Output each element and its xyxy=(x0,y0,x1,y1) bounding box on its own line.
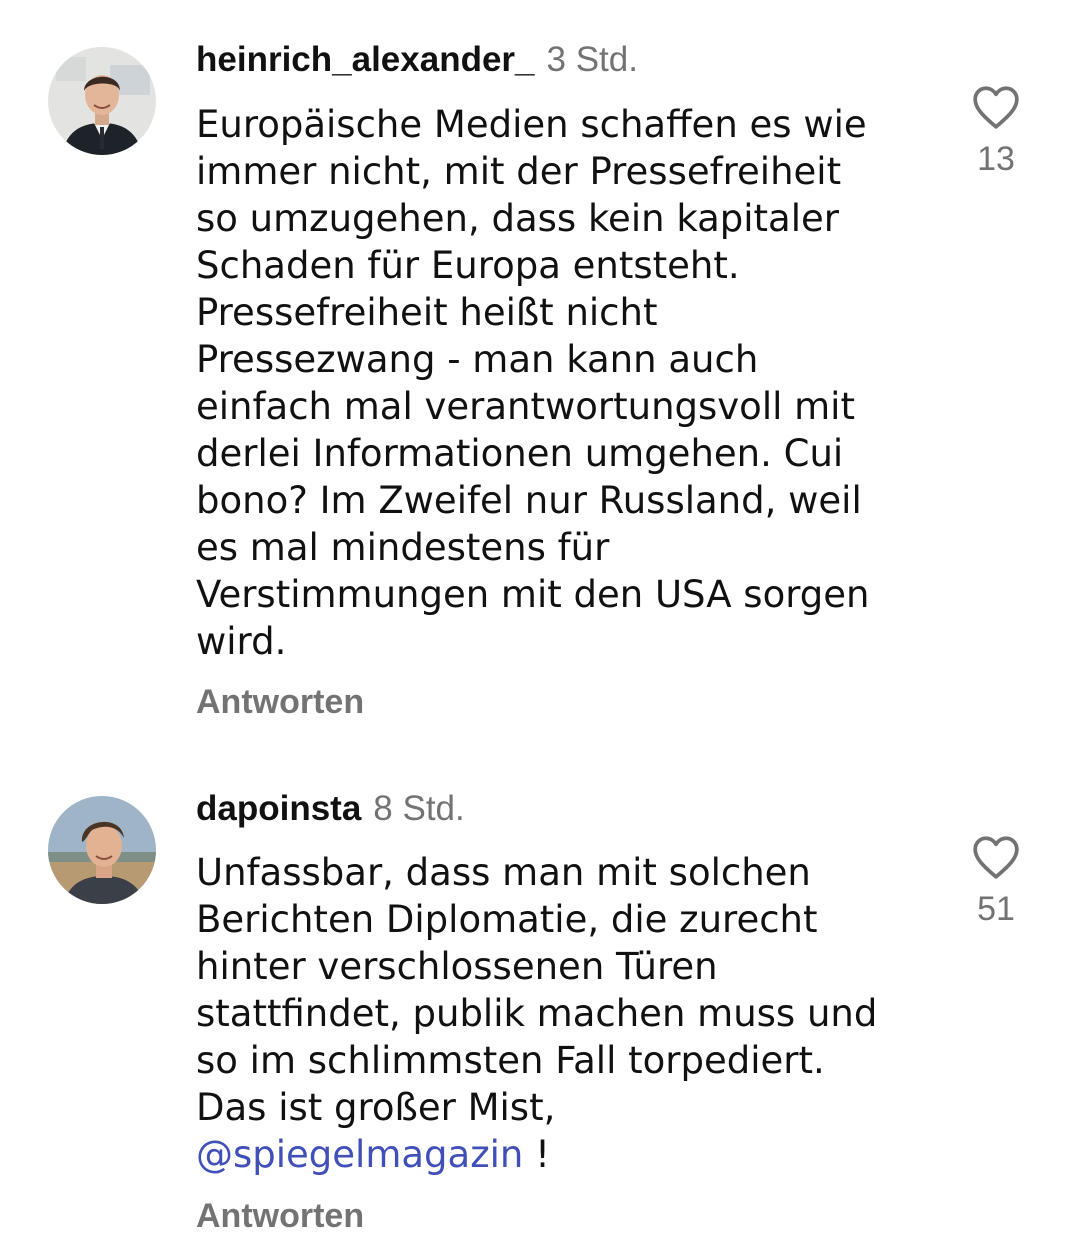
comment-text-line: Pressezwang - man kann auch xyxy=(196,338,759,381)
comment-username[interactable]: dapoinsta xyxy=(196,789,361,828)
comment-text-line: Berichten Diplomatie, die zurecht xyxy=(196,898,818,941)
comment-text-line: @spiegelmagazin ! xyxy=(196,1131,936,1178)
comment-text-line: Europäische Medien schaffen es wie xyxy=(196,103,867,146)
comment-text-line: Verstimmungen mit den USA sorgen xyxy=(196,573,870,616)
avatar[interactable] xyxy=(48,47,156,155)
heart-outline-icon xyxy=(973,86,1019,129)
comment-timestamp: 8 Std. xyxy=(373,789,465,828)
comment-text-line: Schaden für Europa entsteht. xyxy=(196,244,740,287)
comment-text-line: derlei Informationen umgehen. Cui xyxy=(196,432,844,475)
comment-text-line: stattfindet, publik machen muss und xyxy=(196,992,878,1035)
comment-text-line: Unfassbar, dass man mit solchen xyxy=(196,851,811,894)
like-button[interactable]: 51 xyxy=(966,834,1026,929)
heart-outline-icon xyxy=(973,836,1019,879)
comment-header: heinrich_alexander_ 3 Std. xyxy=(196,40,638,80)
comment-text-line: es mal mindestens für xyxy=(196,526,610,569)
like-count: 51 xyxy=(977,890,1015,928)
mention-link[interactable]: @spiegelmagazin xyxy=(196,1133,523,1176)
avatar[interactable] xyxy=(48,796,156,904)
comment-text: Europäische Medien schaffen es wie immer… xyxy=(196,101,936,665)
comment-text-line: einfach mal verantwortungsvoll mit xyxy=(196,385,855,428)
comment-text-line: wird. xyxy=(196,620,287,663)
like-count: 13 xyxy=(977,140,1015,178)
comment-timestamp: 3 Std. xyxy=(546,40,638,79)
comment-text-line: Das ist großer Mist, xyxy=(196,1086,556,1129)
comment-text-line: bono? Im Zweifel nur Russland, weil xyxy=(196,479,862,522)
reply-button[interactable]: Antworten xyxy=(196,683,364,722)
comment-header: dapoinsta 8 Std. xyxy=(196,789,465,829)
comment-text: Unfassbar, dass man mit solchen Berichte… xyxy=(196,849,936,1178)
comment-username[interactable]: heinrich_alexander_ xyxy=(196,40,535,79)
comment-text-line: so umzugehen, dass kein kapitaler xyxy=(196,197,839,240)
like-button[interactable]: 13 xyxy=(966,84,1026,179)
comment-text-line: Pressefreiheit heißt nicht xyxy=(196,291,658,334)
comment-text-line: so im schlimmsten Fall torpediert. xyxy=(196,1039,825,1082)
comment-text-suffix: ! xyxy=(523,1133,550,1176)
comment-text-line: immer nicht, mit der Pressefreiheit xyxy=(196,150,842,193)
reply-button[interactable]: Antworten xyxy=(196,1197,364,1236)
comment-text-line: hinter verschlossenen Türen xyxy=(196,945,718,988)
